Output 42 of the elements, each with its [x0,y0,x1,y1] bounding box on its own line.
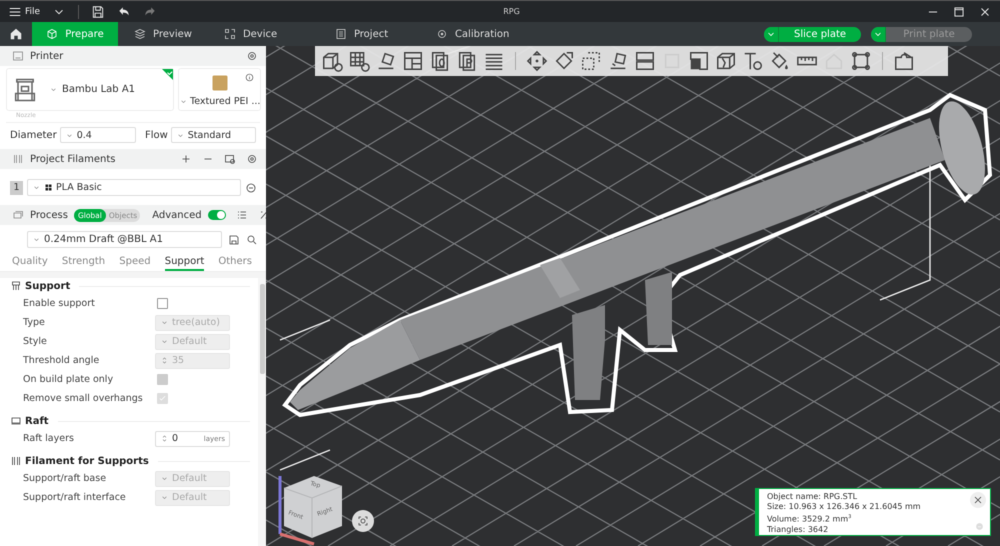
section-title: Project Filaments [30,154,116,164]
settings-tab[interactable]: Strength [62,256,106,271]
info-text: Triangles: 3642 [767,524,828,535]
info-text: Object name: RPG.STL [767,492,858,502]
diameter-dropdown[interactable]: 0.4 [60,127,136,143]
tab[interactable]: Prepare [32,22,118,46]
setting-label: Enable support [23,298,95,309]
info-text: Volume: 3529.2 mm$^{3}$ [767,513,852,525]
settings-tab[interactable]: Speed [119,256,151,271]
tab[interactable]: Project [318,22,405,46]
group-title: Raft [25,416,49,426]
settings-tab[interactable]: Others [218,256,252,271]
file-menu[interactable]: File [8,4,40,18]
setting-label: Threshold angle [23,355,100,366]
group-title: Filament for Supports [25,456,149,466]
printer-card[interactable]: Bambu Lab A1 [6,68,174,111]
setting-label: Style [23,336,47,347]
plate-action[interactable]: Slice plate [764,26,861,42]
section-title: Printer [30,50,64,62]
filament-index: 1 [10,180,23,194]
setting-label: Remove small overhangs [23,393,143,404]
section-title: Process [30,210,68,220]
setting-label: Type [23,317,45,328]
tab[interactable]: Device [208,22,294,46]
info-text: Size: 10.963 x 126.346 x 21.6045 mm [767,502,921,512]
settings-tab[interactable]: Quality [12,256,48,271]
field-label: Flow [144,130,168,140]
setting-label: Raft layers [23,433,74,444]
advanced-label: Advanced [152,210,202,220]
setting-label: Support/raft base [23,473,106,484]
flow-dropdown[interactable]: Standard [170,127,256,143]
window-title: RPG [502,7,521,16]
group-title: Support [25,280,70,292]
filament-dropdown[interactable]: PLA Basic [27,179,241,196]
setting-label: On build plate only [23,374,114,385]
plate-card[interactable]: Textured PEI ... [178,68,262,111]
preset-dropdown[interactable]: 0.24mm Draft @BBL A1 [27,231,222,248]
tab[interactable]: Preview [118,22,208,46]
settings-tab[interactable]: Support [164,256,204,271]
setting-label: Support/raft interface [23,492,126,503]
field-label: Diameter [10,130,57,140]
tab[interactable]: Calibration [420,22,526,46]
